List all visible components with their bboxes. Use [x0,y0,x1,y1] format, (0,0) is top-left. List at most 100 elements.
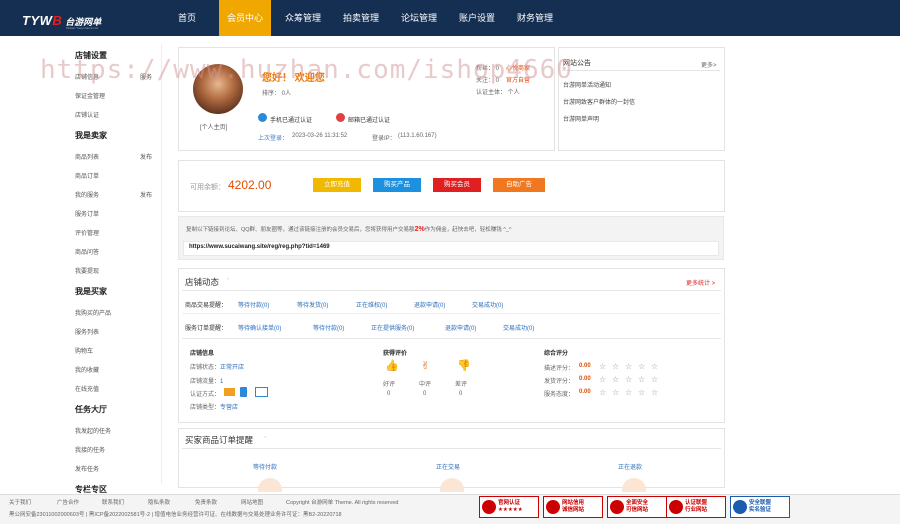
star-icon: ☆ [625,362,633,371]
nav-auction[interactable]: 拍卖管理 [334,0,388,36]
sidebar-item-service-orders[interactable]: 服务订单 [75,209,99,218]
neutral-icon: ✌ [421,360,431,372]
sidebar-item-favorites[interactable]: 我的收藏 [75,365,99,374]
balance-label: 可用余额： [190,184,225,191]
nav-finance[interactable]: 财务管理 [508,0,562,36]
trade-wait-pay[interactable]: 等待付款(0) [238,300,269,309]
shop-auth: 认证方式： [190,392,221,398]
order-tab-refund[interactable]: 正在退款 [618,462,642,471]
sidebar-item-my-services[interactable]: 我的服务 [75,190,99,199]
service-success[interactable]: 交易成功(0) [503,323,534,332]
footer-link[interactable]: 免责条款 [195,498,217,506]
rating-title: 获得评价 [383,351,408,357]
score-desc-label: 描述评分： [544,366,575,372]
badge-alliance[interactable]: 认证联盟 行业网站 [666,496,726,518]
star-icon: ☆ [612,375,620,384]
badge-credit[interactable]: 网站信用 诚信网站 [543,496,603,518]
badge-security[interactable]: 全面安全 可信网站 [607,496,667,518]
footer-link[interactable]: 隐私条款 [148,498,170,506]
service-refund[interactable]: 退款申请(0) [445,323,476,332]
trade-refund[interactable]: 退款申请(0) [414,300,445,309]
sidebar-item-publish-task[interactable]: 发布任务 [75,464,99,473]
sidebar-item-my-tasks[interactable]: 我发起的任务 [75,426,111,435]
sidebar-item-shop-auth[interactable]: 店铺认证 [75,110,99,119]
invite-url[interactable]: https://www.sucaiwang.site/reg/reg.php?t… [189,244,330,250]
star-icon: ☆ [638,375,646,384]
rating-medium-count: 0 [423,391,427,397]
sidebar-item-qa[interactable]: 商品问答 [75,247,99,256]
score-service-value: 0.00 [579,389,591,395]
sidebar-item-deposit[interactable]: 保证金管理 [75,91,105,100]
sidebar: 店铺设置 店铺信息 服务 保证金管理 店铺认证 我是卖家 商品列表 发布 商品订… [70,44,162,494]
site-logo[interactable]: TYWB 台游网单 Taiwan Youju Game Ltd. [22,8,101,30]
sidebar-item-recharge[interactable]: 在线充值 [75,384,99,393]
sidebar-head-seller: 我是卖家 [75,131,107,140]
notice-item[interactable]: 台游网致客户群体的一封信 [563,97,635,106]
thumbs-down-icon: 👎 [457,360,471,372]
sidebar-item-withdraw[interactable]: 我要提现 [75,266,99,275]
rating-bad-count: 0 [459,391,463,397]
ip-value: (113.1.60.167) [398,133,437,139]
star-icon: ☆ [651,362,659,371]
order-tab-wait-pay[interactable]: 等待付款 [253,462,277,471]
self-ad-button[interactable]: 自助广告 [493,178,545,192]
sidebar-item-product-orders[interactable]: 商品订单 [75,171,99,180]
star-icon: ☆ [651,375,659,384]
logo-text-accent: B [52,13,63,28]
trade-success[interactable]: 交易成功(0) [472,300,503,309]
footer-link[interactable]: 网站地图 [241,498,263,506]
email-auth-icon [224,388,235,396]
orders-title: 买家商品订单提醒 [185,435,254,445]
sidebar-tag-publish-service[interactable]: 发布 [140,190,152,199]
star-icon: ☆ [638,362,646,371]
sidebar-item-reviews[interactable]: 评价管理 [75,228,99,237]
nav-account-settings[interactable]: 账户设置 [450,0,504,36]
footer-link[interactable]: 广告合作 [57,498,79,506]
sidebar-item-products[interactable]: 商品列表 [75,152,99,161]
last-login-time: 2023-03-26 11:31:52 [292,133,348,139]
sidebar-tag-publish-product[interactable]: 发布 [140,152,152,161]
star-icon: ☆ [625,375,633,384]
recharge-button[interactable]: 立即充值 [313,178,361,192]
trade-dispute[interactable]: 正在维权(0) [356,300,387,309]
last-login-label: 上次登录： [258,136,289,142]
rating-good-count: 0 [387,391,391,397]
trade-remind-label: 商品交易提醒： [185,303,228,309]
rank-text: 排序： 0人 [262,91,292,97]
notice-more[interactable]: 更多> [701,60,717,69]
notice-item[interactable]: 台游网单声明 [563,114,599,123]
thumbs-up-icon: 👍 [385,360,399,372]
rating-bad: 差评 [455,382,468,388]
badge-realname[interactable]: 安全联盟 实名验证 [730,496,790,518]
footer-link[interactable]: 关于我们 [9,498,31,506]
sidebar-item-accepted-tasks[interactable]: 我接的任务 [75,445,105,454]
sidebar-item-service-list[interactable]: 服务列表 [75,327,99,336]
footer-link[interactable]: 联系我们 [102,498,124,506]
star-icon: ☆ [625,388,633,397]
score-ship-value: 0.00 [579,376,591,382]
sidebar-item-purchased[interactable]: 我购买的产品 [75,308,111,317]
buy-product-button[interactable]: 购买产品 [373,178,421,192]
nav-member-center[interactable]: 会员中心 [219,0,271,36]
buy-member-button[interactable]: 购买会员 [433,178,481,192]
watermark: https://www.huzhan.com/ishop4660 [40,55,573,85]
score-title: 综合评分 [544,351,569,357]
sidebar-head-task: 任务大厅 [75,405,107,414]
nav-home[interactable]: 首页 [165,0,209,36]
service-providing[interactable]: 正在提供服务(0) [371,323,414,332]
order-tab-trading[interactable]: 正在交易 [436,462,460,471]
service-wait-pay[interactable]: 等待付款(0) [313,323,344,332]
more-stats-link[interactable]: 更多统计 > [686,278,715,287]
trade-wait-ship[interactable]: 等待发货(0) [297,300,328,309]
avatar-home-link[interactable]: [个人主页] [200,122,227,131]
sidebar-item-cart[interactable]: 购物车 [75,346,93,355]
footer-icp: 黑公网安备23011002000603号 | 黑ICP备2022002581号-… [9,512,342,518]
star-icon: ☆ [612,388,620,397]
balance-value: 4202.00 [228,178,272,192]
service-wait-confirm[interactable]: 等待确认接单(0) [238,323,281,332]
badge-official[interactable]: 官网认证 ★★★★★ [479,496,539,518]
nav-crowdfunding[interactable]: 众筹管理 [276,0,330,36]
nav-forum[interactable]: 论坛管理 [392,0,446,36]
shop-info-title: 店铺信息 [190,351,215,357]
star-icon: ☆ [651,388,659,397]
